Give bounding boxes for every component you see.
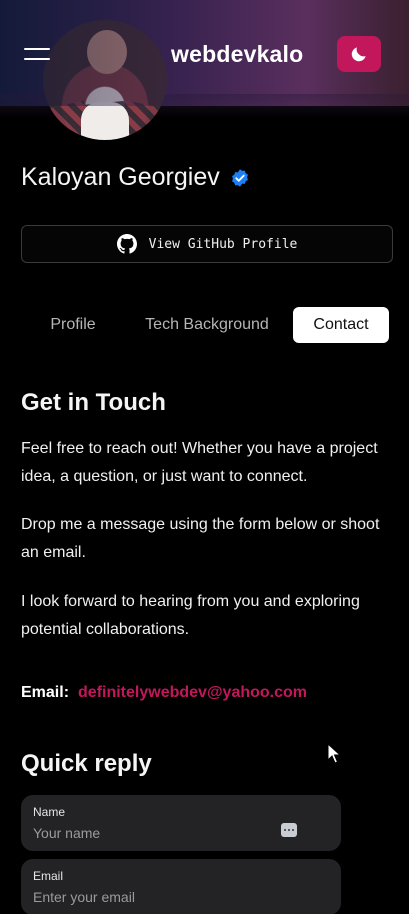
theme-toggle-button[interactable]	[337, 36, 381, 72]
name-field-label: Name	[33, 805, 66, 819]
name-field[interactable]: Name	[21, 795, 341, 851]
email-link[interactable]: definitelywebdev@yahoo.com	[78, 684, 307, 702]
email-label: Email:	[21, 684, 70, 701]
name-input[interactable]	[33, 823, 283, 843]
mouse-cursor-icon	[327, 743, 341, 764]
contact-paragraph-1: Feel free to reach out! Whether you have…	[21, 440, 378, 485]
contact-paragraph-3: I look forward to hearing from you and e…	[21, 593, 360, 638]
email-field[interactable]: Email	[21, 859, 341, 914]
tab-contact[interactable]: Contact	[293, 307, 389, 343]
tab-tech-background[interactable]: Tech Background	[133, 307, 281, 343]
email-field-label: Email	[33, 869, 64, 883]
quick-reply-heading: Quick reply	[21, 750, 152, 777]
verified-badge-icon	[231, 168, 248, 187]
profile-tabs: Profile Tech Background Contact	[21, 307, 393, 343]
github-icon	[116, 234, 137, 254]
email-input[interactable]	[33, 887, 283, 907]
github-button-label: View GitHub Profile	[148, 236, 298, 252]
moon-icon	[351, 47, 366, 62]
profile-avatar	[43, 20, 167, 140]
get-in-touch-heading: Get in Touch	[21, 389, 166, 416]
avatar-face	[87, 30, 127, 74]
view-github-profile-button[interactable]: View GitHub Profile	[21, 225, 393, 263]
autofill-icon[interactable]	[281, 823, 297, 837]
profile-name: Kaloyan Georgiev	[21, 163, 220, 191]
tab-profile[interactable]: Profile	[35, 307, 111, 343]
contact-paragraph-2: Drop me a message using the form below o…	[21, 516, 380, 561]
email-row: Email: definitelywebdev@yahoo.com	[21, 684, 307, 702]
profile-name-row: Kaloyan Georgiev	[21, 163, 250, 192]
avatar-shirt	[81, 102, 129, 140]
brand-title[interactable]: webdevkalo	[171, 41, 303, 68]
hamburger-menu-icon[interactable]	[24, 45, 50, 63]
